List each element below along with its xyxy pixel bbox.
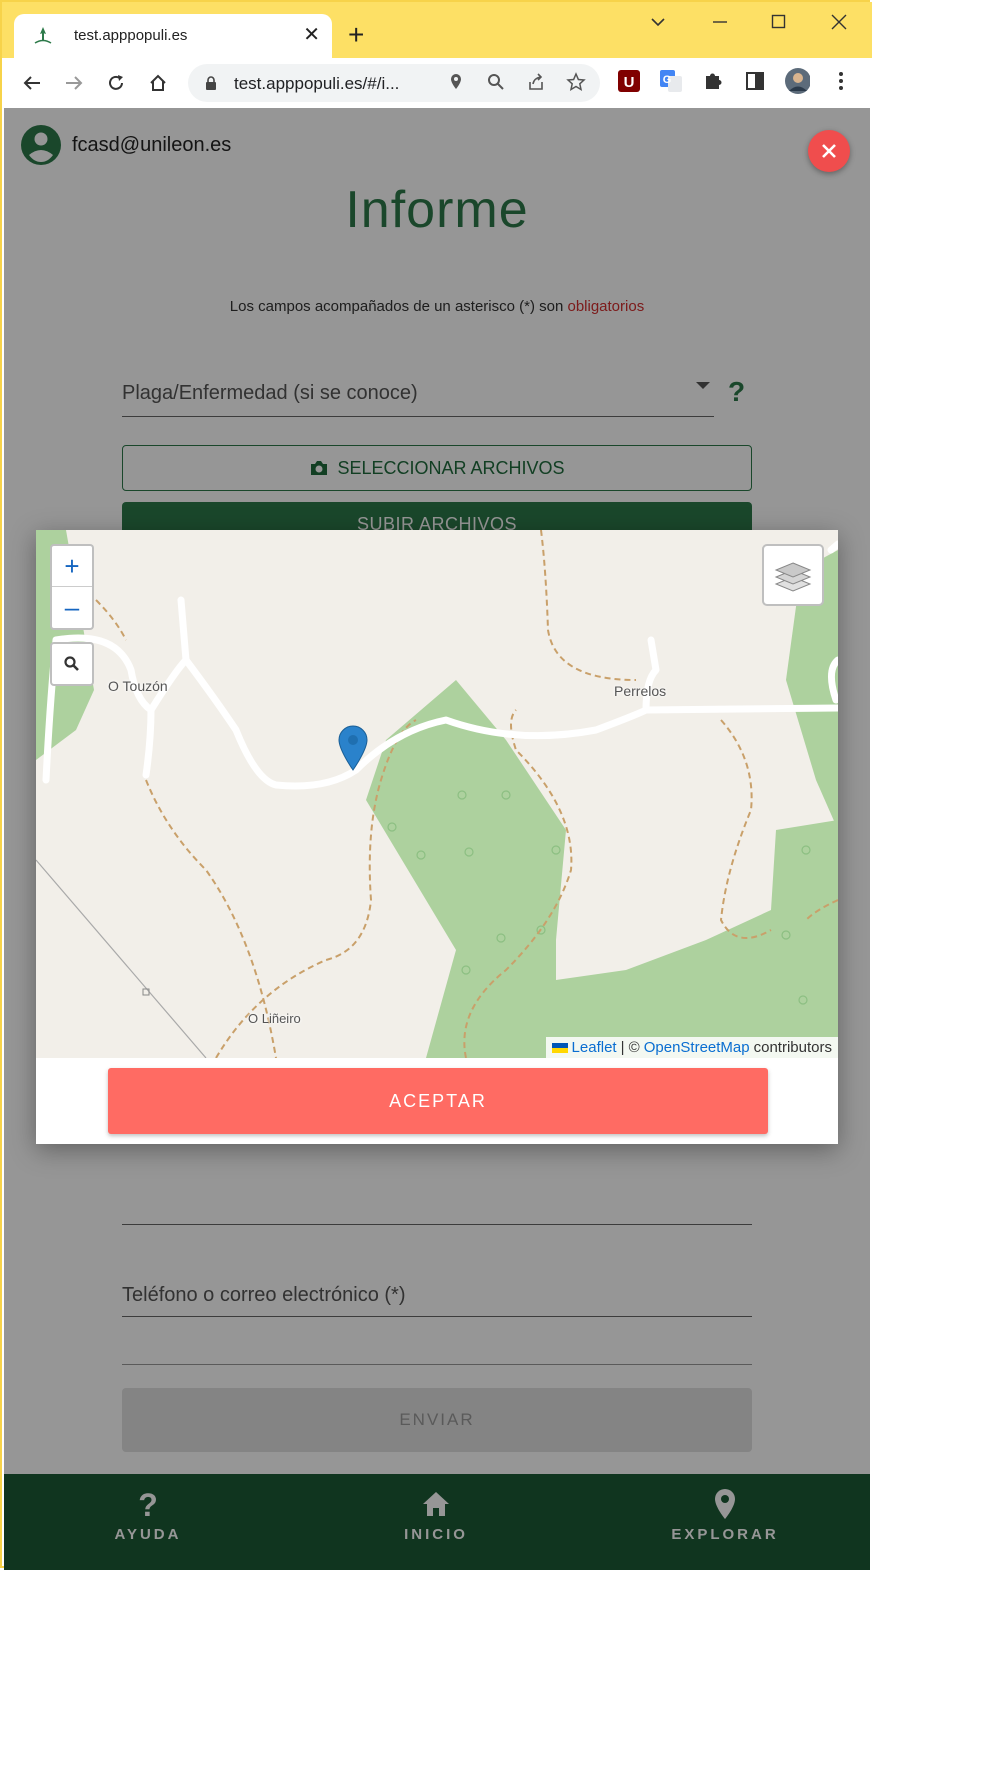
attribution-contributors: contributors [753, 1039, 832, 1056]
zoom-search-icon[interactable] [486, 72, 506, 92]
back-button[interactable] [18, 69, 46, 97]
profile-avatar-icon[interactable] [784, 68, 810, 94]
tab-strip: test.apppopuli.es ✕ + [2, 2, 872, 58]
extensions-puzzle-icon[interactable] [700, 68, 726, 94]
tab-title: test.apppopuli.es [74, 27, 188, 44]
zoom-control: + – [50, 544, 94, 630]
map-attribution: Leaflet | © OpenStreetMap contributors [545, 1037, 838, 1058]
bookmark-star-icon[interactable] [566, 72, 586, 92]
map-tiles [36, 530, 838, 1058]
tab-search-chevron-icon[interactable] [650, 16, 666, 28]
lock-icon [206, 76, 216, 90]
place-label-lineiro: O Liñeiro [248, 1011, 301, 1026]
browser-tab[interactable]: test.apppopuli.es ✕ [14, 14, 332, 58]
zoom-in-button[interactable]: + [52, 546, 92, 586]
browser-menu-icon[interactable] [828, 68, 854, 94]
url-text: test.apppopuli.es/#/i... [234, 74, 400, 93]
back-arrow-icon [23, 76, 40, 90]
layers-button[interactable] [762, 544, 824, 606]
translate-extension-icon[interactable]: G [658, 68, 684, 94]
side-panel-icon[interactable] [742, 68, 768, 94]
openstreetmap-link[interactable]: OpenStreetMap [644, 1039, 750, 1056]
browser-window: test.apppopuli.es ✕ + test.apppopuli.es/… [0, 0, 872, 1570]
location-modal: O Touzón Perrelos O Liñeiro + – Leaflet … [36, 530, 838, 1144]
close-form-button[interactable] [808, 130, 850, 172]
new-tab-button[interactable]: + [348, 20, 364, 50]
accept-label: ACEPTAR [389, 1090, 487, 1111]
place-label-perrelos: Perrelos [614, 683, 667, 699]
leaflet-link[interactable]: Leaflet [572, 1039, 617, 1056]
place-label-touzon: O Touzón [108, 678, 168, 694]
svg-text:U: U [624, 74, 635, 91]
share-icon[interactable] [526, 72, 546, 92]
attribution-separator: | © [620, 1039, 640, 1056]
minimize-icon[interactable] [712, 14, 728, 30]
home-button[interactable] [144, 69, 172, 97]
map-search-button[interactable] [50, 642, 94, 686]
search-icon [64, 656, 79, 671]
reload-button[interactable] [102, 69, 130, 97]
map-view[interactable]: O Touzón Perrelos O Liñeiro + – Leaflet … [36, 530, 838, 1058]
zoom-out-button[interactable]: – [52, 586, 92, 627]
accept-button[interactable]: ACEPTAR [108, 1068, 768, 1134]
close-icon [822, 144, 836, 158]
app-page: fcasd@unileon.es Informe Los campos acom… [4, 108, 870, 1570]
address-bar[interactable]: test.apppopuli.es/#/i... [188, 64, 600, 102]
window-close-icon[interactable] [831, 14, 847, 30]
home-icon [150, 74, 166, 91]
reload-icon [109, 75, 123, 90]
forward-button[interactable] [60, 69, 88, 97]
svg-text:G: G [663, 74, 672, 86]
forward-arrow-icon [66, 76, 83, 90]
maximize-icon[interactable] [771, 14, 787, 30]
ublock-extension-icon[interactable]: U [616, 68, 642, 94]
location-pin-icon[interactable] [446, 72, 466, 92]
location-marker-icon[interactable] [336, 724, 370, 772]
ukraine-flag-icon [551, 1042, 568, 1053]
apppopuli-favicon-icon [34, 27, 52, 44]
layers-icon [774, 562, 812, 592]
tab-close-icon[interactable]: ✕ [303, 22, 320, 48]
browser-toolbar: test.apppopuli.es/#/i... U G [2, 58, 872, 108]
